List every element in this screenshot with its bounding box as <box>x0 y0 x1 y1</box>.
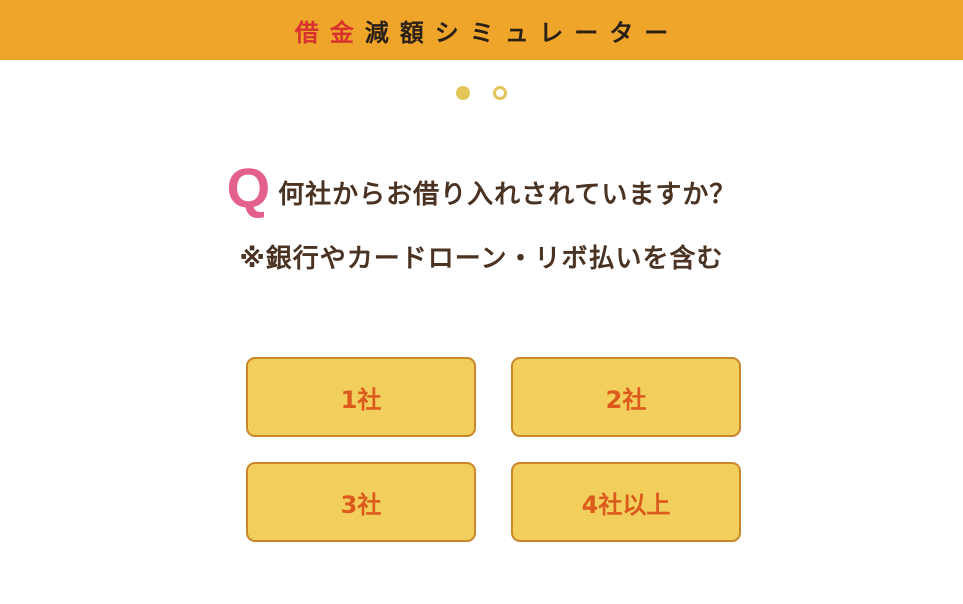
step-dot-1-active <box>456 86 470 100</box>
app-title-rest: 減額シミュレーター <box>364 18 680 47</box>
question-note: ※銀行やカードローン・リボ払いを含む <box>239 244 724 274</box>
choice-button-3[interactable]: 3社 <box>246 462 476 542</box>
question-marker: Q <box>226 156 271 219</box>
choice-button-1[interactable]: 1社 <box>246 357 476 437</box>
app-title-accent: 借金 <box>294 18 365 47</box>
question-text: 何社からお借り入れされていますか？ <box>278 180 737 210</box>
choice-button-2[interactable]: 2社 <box>511 357 741 437</box>
step-indicator <box>0 86 963 100</box>
app-title: 借金減額シミュレーター <box>284 13 680 48</box>
choice-button-4-plus[interactable]: 4社以上 <box>511 462 741 542</box>
step-dot-2 <box>493 86 507 100</box>
question-row: Q 何社からお借り入れされていますか？ <box>0 160 963 216</box>
header-bar: 借金減額シミュレーター <box>0 0 963 60</box>
